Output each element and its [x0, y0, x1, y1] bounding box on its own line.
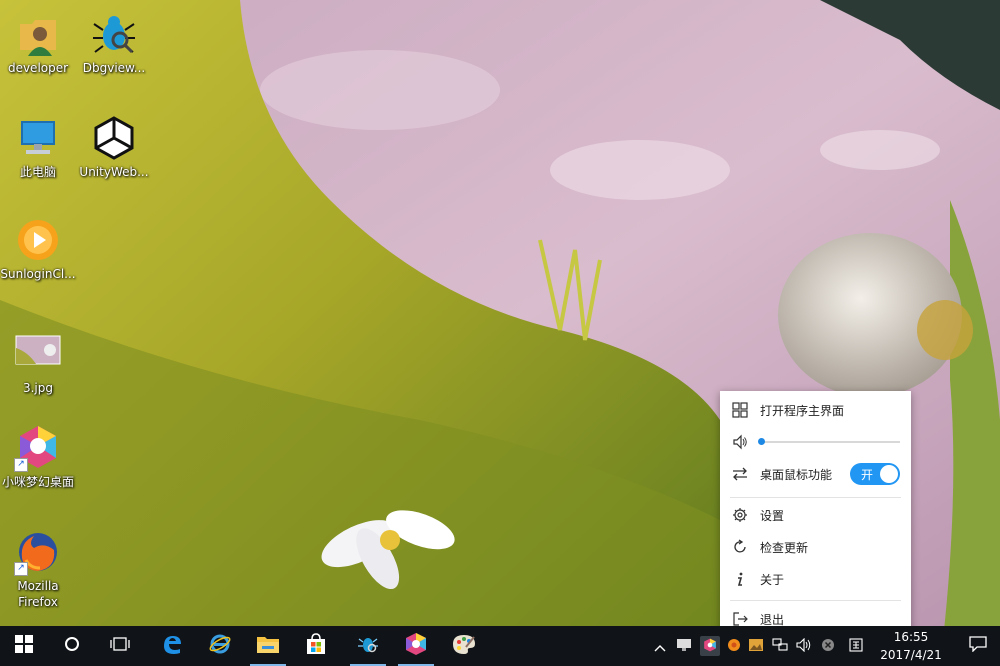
- tray-icon-network[interactable]: [772, 637, 788, 656]
- menu-item-open-main[interactable]: 打开程序主界面: [720, 397, 911, 423]
- menu-item-label: 检查更新: [760, 540, 809, 555]
- clock-time: 16:55: [893, 630, 929, 644]
- dream-desktop-icon: [703, 637, 717, 656]
- unity-icon: [90, 114, 138, 162]
- taskbar-clock[interactable]: 16:55 2017/4/21: [872, 628, 950, 664]
- orange-circle-icon: [727, 637, 741, 656]
- desktop-icon-developer[interactable]: developer: [0, 10, 76, 76]
- menu-separator: [730, 497, 901, 498]
- notification-icon: [968, 636, 987, 656]
- chevron-up-icon: [654, 637, 666, 656]
- menu-item-label: 设置: [760, 508, 785, 523]
- taskbar-app-internet-explorer[interactable]: [196, 626, 244, 666]
- firefox-icon: ↗: [14, 528, 62, 576]
- desktop-icon-label: 3.jpg: [22, 381, 54, 395]
- start-button[interactable]: [0, 626, 48, 666]
- menu-item-label: 打开程序主界面: [760, 403, 845, 418]
- desktop-icon-label: developer: [7, 61, 69, 75]
- taskbar-app-store[interactable]: [292, 626, 340, 666]
- menu-item-check-update[interactable]: 检查更新: [720, 534, 911, 560]
- menu-item-label: 桌面鼠标功能: [760, 467, 833, 482]
- taskbar-app-paint[interactable]: [440, 626, 488, 666]
- store-bag-icon: [305, 633, 327, 659]
- task-view-icon: [110, 636, 130, 656]
- toggle-knob: [880, 465, 898, 483]
- tray-icon-image[interactable]: [748, 638, 764, 654]
- tray-icon-orange[interactable]: [726, 638, 742, 654]
- image-thumbnail-icon: [14, 330, 62, 378]
- info-icon: [731, 570, 749, 588]
- desktop-icon-label: SunloginCl...: [0, 267, 76, 281]
- tray-icon-input-method[interactable]: [848, 637, 864, 656]
- windows-logo-icon: [15, 635, 33, 657]
- menu-item-label: 关于: [760, 572, 785, 587]
- bug-icon: [357, 633, 379, 659]
- monitor-icon: [676, 637, 692, 656]
- tray-context-menu: 打开程序主界面 桌面鼠标功能 开 设置 检查更新 关于 退出: [720, 391, 911, 636]
- desktop-icon-label: 小咪梦幻桌面: [1, 475, 74, 489]
- folder-icon: [256, 634, 280, 658]
- cortana-circle-icon: [64, 636, 80, 656]
- edge-icon: [161, 633, 183, 659]
- image-icon: [748, 637, 764, 656]
- taskbar-app-edge[interactable]: [148, 626, 196, 666]
- tray-icon-monitor[interactable]: [676, 638, 692, 654]
- keyboard-icon: [849, 637, 863, 656]
- dream-desktop-icon: ↗: [14, 424, 62, 472]
- desktop-icon-label: UnityWeb...: [79, 165, 149, 179]
- menu-item-settings[interactable]: 设置: [720, 502, 911, 528]
- shortcut-arrow-icon: ↗: [14, 458, 28, 472]
- close-circle-icon: [821, 637, 835, 656]
- dream-desktop-icon: [404, 632, 428, 660]
- paint-palette-icon: [452, 633, 476, 659]
- action-center-button[interactable]: [955, 626, 1000, 666]
- speaker-icon: [731, 433, 749, 451]
- volume-slider[interactable]: [758, 438, 900, 445]
- desktop-icon-label: Dbgview...: [82, 61, 146, 75]
- show-hidden-icons-button[interactable]: [652, 638, 668, 654]
- taskbar-app-dbgview[interactable]: [344, 626, 392, 666]
- taskbar-app-file-explorer[interactable]: [244, 626, 292, 666]
- taskbar-app-dream-desktop[interactable]: [392, 626, 440, 666]
- tray-icon-dream-desktop[interactable]: [700, 636, 720, 656]
- internet-explorer-icon: [208, 633, 232, 659]
- tray-icon-volume[interactable]: [796, 637, 812, 656]
- desktop-icon-firefox[interactable]: ↗ Mozilla Firefox: [0, 528, 76, 610]
- taskbar: 16:55 2017/4/21: [0, 626, 1000, 666]
- volume-slider-thumb[interactable]: [758, 438, 765, 445]
- menu-item-volume: [720, 429, 911, 455]
- gear-icon: [731, 506, 749, 524]
- bug-icon: [90, 10, 138, 58]
- grid-icon: [731, 401, 749, 419]
- desktop-mouse-toggle[interactable]: 开: [850, 463, 900, 485]
- desktop-icon-unityweb[interactable]: UnityWeb...: [76, 114, 152, 180]
- task-view-button[interactable]: [96, 626, 144, 666]
- cortana-button[interactable]: [48, 626, 96, 666]
- computer-icon: [14, 114, 62, 162]
- sunlogin-icon: [14, 216, 62, 264]
- desktop-icon-sunlogin[interactable]: SunloginCl...: [0, 216, 76, 282]
- menu-item-desktop-mouse: 桌面鼠标功能 开: [720, 461, 911, 487]
- user-folder-icon: [14, 10, 62, 58]
- menu-item-label: 退出: [760, 612, 785, 627]
- network-icon: [772, 637, 788, 656]
- clock-date: 2017/4/21: [880, 648, 942, 662]
- desktop-icon-dream-desktop[interactable]: ↗ 小咪梦幻桌面: [0, 424, 76, 490]
- menu-separator: [730, 600, 901, 601]
- desktop-icon-dbgview[interactable]: Dbgview...: [76, 10, 152, 76]
- desktop-icon-label: 此电脑: [19, 165, 56, 179]
- menu-item-about[interactable]: 关于: [720, 566, 911, 592]
- tray-icon-close[interactable]: [820, 638, 836, 654]
- toggle-label: 开: [861, 468, 874, 482]
- desktop-icon-this-pc[interactable]: 此电脑: [0, 114, 76, 180]
- desktop-icon-label: Mozilla Firefox: [17, 579, 59, 609]
- desktop-icon-3jpg[interactable]: 3.jpg: [0, 330, 76, 396]
- refresh-icon: [731, 538, 749, 556]
- shortcut-arrow-icon: ↗: [14, 562, 28, 576]
- swap-arrows-icon: [731, 465, 749, 483]
- speaker-icon: [796, 637, 812, 656]
